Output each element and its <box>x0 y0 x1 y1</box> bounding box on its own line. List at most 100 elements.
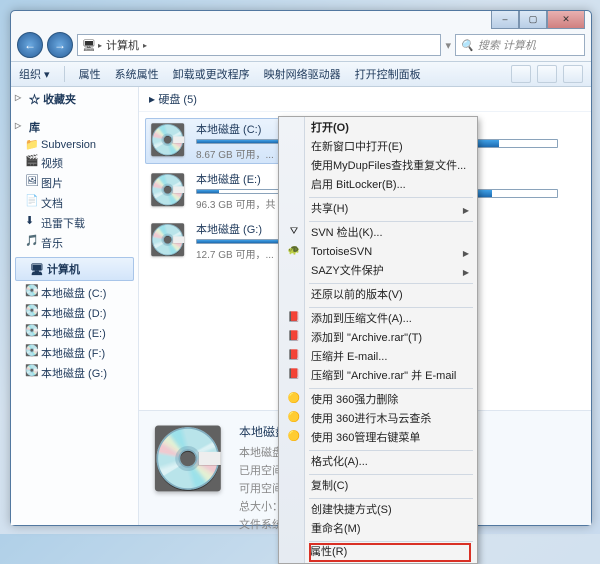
sidebar-drive-item[interactable]: 💽本地磁盘 (F:) <box>11 343 138 363</box>
breadcrumb-segment[interactable]: 计算机 <box>104 37 141 53</box>
drive-icon: 💽 <box>147 419 229 501</box>
menu-item[interactable]: 🟡使用 360管理右键菜单 <box>281 429 475 448</box>
menu-icon: ⛛ <box>285 224 303 239</box>
libraries-group[interactable]: 库 <box>11 115 138 137</box>
chevron-right-icon: ▶ <box>463 203 469 218</box>
sidebar-drive-item[interactable]: 💽本地磁盘 (E:) <box>11 323 138 343</box>
drive-icon: 💽 <box>25 304 39 318</box>
drive-icon: 💽 <box>148 171 188 211</box>
view-button[interactable] <box>511 65 531 83</box>
menu-item[interactable]: 重命名(M) <box>281 520 475 539</box>
preview-pane-button[interactable] <box>537 65 557 83</box>
menu-separator <box>309 307 473 308</box>
menu-item[interactable]: ⛛SVN 检出(K)... <box>281 224 475 243</box>
menu-item[interactable]: 在新窗口中打开(E) <box>281 138 475 157</box>
menu-separator <box>309 197 473 198</box>
help-button[interactable] <box>563 65 583 83</box>
menu-item[interactable]: 使用MyDupFiles查找重复文件... <box>281 157 475 176</box>
sidebar-item[interactable]: 🎬视频 <box>11 153 138 173</box>
menu-item[interactable]: 📕添加到 "Archive.rar"(T) <box>281 329 475 348</box>
menu-icon: 🐢 <box>285 243 303 258</box>
menu-separator <box>309 388 473 389</box>
menu-separator <box>309 498 473 499</box>
menu-separator <box>309 541 473 542</box>
sidebar-item[interactable]: 🖼图片 <box>11 173 138 193</box>
menu-icon: 📕 <box>285 329 303 344</box>
command-bar: 组织 ▾ 属性 系统属性 卸载或更改程序 映射网络驱动器 打开控制面板 <box>11 61 591 87</box>
back-button[interactable]: ← <box>17 32 43 58</box>
folder-icon: 📁 <box>25 138 39 152</box>
drive-icon: 💽 <box>148 221 188 261</box>
menu-item[interactable]: 🐢TortoiseSVN▶ <box>281 243 475 262</box>
breadcrumb[interactable]: 🖥 ▸ 计算机 ▸ <box>77 34 441 56</box>
drive-icon: 💽 <box>25 324 39 338</box>
sidebar-item[interactable]: ⬇迅雷下载 <box>11 213 138 233</box>
menu-item[interactable]: 复制(C) <box>281 477 475 496</box>
folder-icon: 📄 <box>25 194 39 208</box>
menu-item[interactable]: 属性(R) <box>281 544 475 561</box>
menu-separator <box>309 221 473 222</box>
menu-item[interactable]: 打开(O) <box>281 119 475 138</box>
menu-item[interactable]: 启用 BitLocker(B)... <box>281 176 475 195</box>
menu-item[interactable]: 📕压缩到 "Archive.rar" 并 E-mail <box>281 367 475 386</box>
folder-icon: 🖼 <box>25 174 39 188</box>
search-input[interactable]: 🔍 搜索 计算机 <box>455 34 585 56</box>
context-menu: 打开(O)在新窗口中打开(E)使用MyDupFiles查找重复文件...启用 B… <box>278 116 478 564</box>
sidebar-drive-item[interactable]: 💽本地磁盘 (C:) <box>11 283 138 303</box>
nav-toolbar: ← → 🖥 ▸ 计算机 ▸ ▾ 🔍 搜索 计算机 <box>11 29 591 61</box>
maximize-button[interactable]: ▢ <box>519 11 547 29</box>
properties-button[interactable]: 属性 <box>79 66 101 82</box>
menu-icon: 📕 <box>285 367 303 382</box>
menu-icon: 🟡 <box>285 410 303 425</box>
folder-icon: 🎵 <box>25 234 39 248</box>
navigation-pane: ☆ 收藏夹 库 📁Subversion🎬视频🖼图片📄文档⬇迅雷下载🎵音乐 🖥 计… <box>11 87 139 525</box>
system-props-button[interactable]: 系统属性 <box>115 66 159 82</box>
close-button[interactable]: ✕ <box>547 11 585 29</box>
menu-item[interactable]: 📕压缩并 E-mail... <box>281 348 475 367</box>
computer-group[interactable]: 🖥 计算机 <box>15 257 134 281</box>
chevron-right-icon: ▶ <box>463 265 469 280</box>
drive-icon: 💽 <box>25 344 39 358</box>
favorites-group[interactable]: ☆ 收藏夹 <box>11 87 138 109</box>
menu-icon: 📕 <box>285 348 303 363</box>
menu-item[interactable]: SAZY文件保护▶ <box>281 262 475 281</box>
sidebar-item[interactable]: 🎵音乐 <box>11 233 138 253</box>
drive-icon: 💽 <box>25 364 39 378</box>
menu-item[interactable]: 还原以前的版本(V) <box>281 286 475 305</box>
menu-item[interactable]: 格式化(A)... <box>281 453 475 472</box>
search-placeholder: 搜索 计算机 <box>478 37 536 53</box>
menu-item[interactable]: 创建快捷方式(S) <box>281 501 475 520</box>
computer-icon: 🖥 <box>82 39 96 52</box>
menu-icon: 🟡 <box>285 391 303 406</box>
menu-separator <box>309 283 473 284</box>
sidebar-item[interactable]: 📁Subversion <box>11 137 138 153</box>
menu-icon: 🟡 <box>285 429 303 444</box>
menu-icon: 📕 <box>285 310 303 325</box>
drive-icon: 💽 <box>148 121 188 161</box>
drive-icon: 💽 <box>25 284 39 298</box>
map-drive-button[interactable]: 映射网络驱动器 <box>264 66 341 82</box>
menu-separator <box>309 450 473 451</box>
forward-button[interactable]: → <box>47 32 73 58</box>
menu-separator <box>309 474 473 475</box>
menu-item[interactable]: 📕添加到压缩文件(A)... <box>281 310 475 329</box>
organize-button[interactable]: 组织 ▾ <box>19 66 50 82</box>
menu-item[interactable]: 🟡使用 360强力删除 <box>281 391 475 410</box>
menu-item[interactable]: 🟡使用 360进行木马云查杀 <box>281 410 475 429</box>
caption-buttons: – ▢ ✕ <box>491 11 585 29</box>
sidebar-drive-item[interactable]: 💽本地磁盘 (D:) <box>11 303 138 323</box>
section-header: ▸ 硬盘 (5) <box>139 87 591 112</box>
sidebar-item[interactable]: 📄文档 <box>11 193 138 213</box>
chevron-right-icon: ▶ <box>463 246 469 261</box>
uninstall-button[interactable]: 卸载或更改程序 <box>173 66 250 82</box>
star-icon: ☆ <box>29 94 40 106</box>
folder-icon: 🎬 <box>25 154 39 168</box>
chevron-right-icon: ▸ <box>98 41 102 50</box>
chevron-right-icon: ▸ <box>143 41 147 50</box>
minimize-button[interactable]: – <box>491 11 519 29</box>
search-icon: 🔍 <box>460 39 474 52</box>
folder-icon: ⬇ <box>25 214 39 228</box>
menu-item[interactable]: 共享(H)▶ <box>281 200 475 219</box>
control-panel-button[interactable]: 打开控制面板 <box>355 66 421 82</box>
sidebar-drive-item[interactable]: 💽本地磁盘 (G:) <box>11 363 138 383</box>
